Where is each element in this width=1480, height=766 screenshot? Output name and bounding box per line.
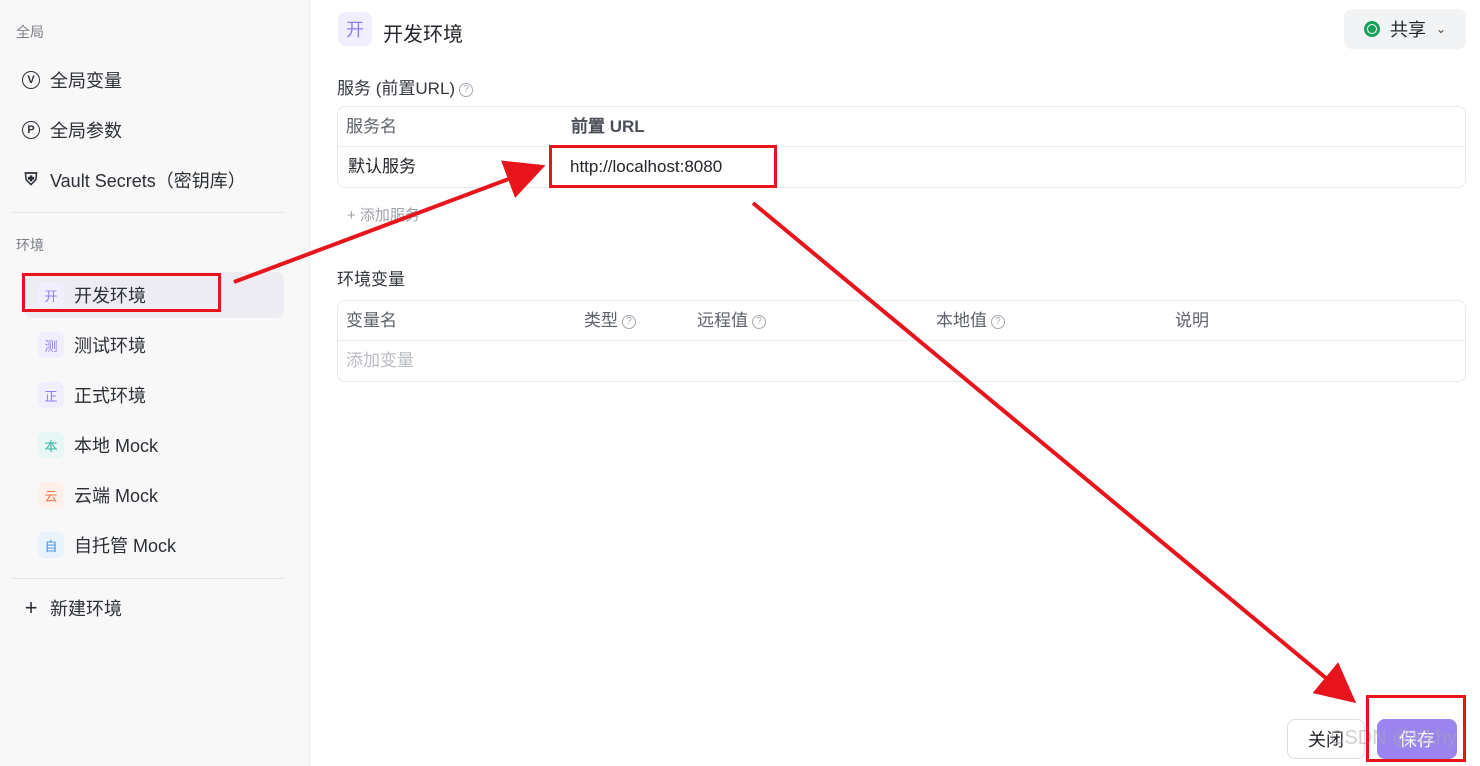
env-badge: 本 <box>38 432 64 458</box>
services-title-text: 服务 (前置URL) <box>337 79 456 98</box>
service-url-input[interactable]: http://localhost:8080 <box>570 147 722 187</box>
shield-icon: ⛨ <box>24 170 38 189</box>
env-item-dev[interactable]: 开 开发环境 <box>24 272 284 318</box>
column-header: 说明 <box>1175 311 1209 330</box>
sidebar-item-label: Vault Secrets（密钥库） <box>50 171 246 191</box>
column-header: 前置 URL <box>571 117 645 136</box>
table-header-row: 变量名 类型? 远程值? 本地值? 说明 <box>338 301 1465 341</box>
add-service-button[interactable]: + 添加服务 <box>347 204 420 225</box>
services-section-title: 服务 (前置URL)? <box>337 74 474 99</box>
new-env-label: 新建环境 <box>50 599 122 619</box>
env-badge: 云 <box>38 482 64 508</box>
sidebar-divider <box>12 578 284 579</box>
chevron-down-icon: ⌄ <box>1435 22 1447 36</box>
env-item-selfhosted-mock[interactable]: 自 自托管 Mock <box>24 522 284 568</box>
globe-icon <box>1363 21 1380 37</box>
env-item-test[interactable]: 测 测试环境 <box>24 322 284 368</box>
column-header: 远程值? <box>697 301 766 341</box>
env-badge: 正 <box>38 382 64 408</box>
table-row: 默认服务 http://localhost:8080 <box>338 147 1465 187</box>
global-section-label: 全局 <box>16 24 44 40</box>
share-label: 共享 <box>1389 20 1426 40</box>
sidebar-item-global-variables[interactable]: V 全局变量 <box>12 57 284 103</box>
env-item-label: 测试环境 <box>74 336 146 356</box>
sidebar-item-label: 全局变量 <box>50 71 122 91</box>
env-section-label: 环境 <box>16 237 44 253</box>
column-header: 服务名 <box>346 117 397 136</box>
column-header-text: 类型 <box>584 311 618 330</box>
env-item-cloud-mock[interactable]: 云 云端 Mock <box>24 472 284 518</box>
sidebar-item-label: 全局参数 <box>50 121 122 141</box>
add-variable-input[interactable]: 添加变量 <box>346 341 414 381</box>
close-button[interactable]: 关闭 <box>1287 719 1365 759</box>
env-item-label: 正式环境 <box>74 386 146 406</box>
column-header: 本地值? <box>936 301 1005 341</box>
variables-section-title: 环境变量 <box>337 270 405 289</box>
services-table: 服务名 前置 URL 默认服务 http://localhost:8080 <box>337 106 1466 188</box>
env-item-label: 云端 Mock <box>74 486 159 506</box>
sidebar-divider <box>12 212 284 213</box>
variables-table: 变量名 类型? 远程值? 本地值? 说明 添加变量 <box>337 300 1466 382</box>
column-header-text: 远程值 <box>697 311 748 330</box>
table-header-row: 服务名 前置 URL <box>338 107 1465 147</box>
new-env-button[interactable]: + 新建环境 <box>12 585 284 631</box>
env-item-label: 开发环境 <box>74 286 146 306</box>
column-header-text: 本地值 <box>936 311 987 330</box>
env-item-prod[interactable]: 正 正式环境 <box>24 372 284 418</box>
env-title-badge: 开 <box>338 12 372 46</box>
save-button[interactable]: 保存 <box>1377 719 1457 759</box>
help-icon[interactable]: ? <box>622 314 636 329</box>
p-circle-icon: P <box>22 121 40 139</box>
table-row: 添加变量 <box>338 341 1465 381</box>
env-item-label: 自托管 Mock <box>74 536 177 556</box>
column-header: 类型? <box>584 301 636 341</box>
env-item-label: 本地 Mock <box>74 436 159 456</box>
help-icon[interactable]: ? <box>991 314 1005 329</box>
sidebar-item-global-params[interactable]: P 全局参数 <box>12 107 284 153</box>
env-item-local-mock[interactable]: 本 本地 Mock <box>24 422 284 468</box>
env-badge: 测 <box>38 332 64 358</box>
help-icon[interactable]: ? <box>459 82 474 97</box>
service-name: 默认服务 <box>348 157 416 176</box>
plus-icon: + <box>24 595 38 620</box>
annotation-arrow <box>751 201 1357 704</box>
sidebar: 全局 V 全局变量 P 全局参数 ⛨ Vault Secrets（密钥库） 环境… <box>0 0 310 766</box>
column-header: 变量名 <box>346 311 397 330</box>
sidebar-item-vault-secrets[interactable]: ⛨ Vault Secrets（密钥库） <box>12 157 284 203</box>
help-icon[interactable]: ? <box>752 314 766 329</box>
page-title: 开发环境 <box>383 24 463 46</box>
env-badge: 自 <box>38 532 64 558</box>
env-badge: 开 <box>38 282 64 308</box>
share-button[interactable]: 共享 ⌄ <box>1344 9 1466 49</box>
v-circle-icon: V <box>22 71 40 89</box>
